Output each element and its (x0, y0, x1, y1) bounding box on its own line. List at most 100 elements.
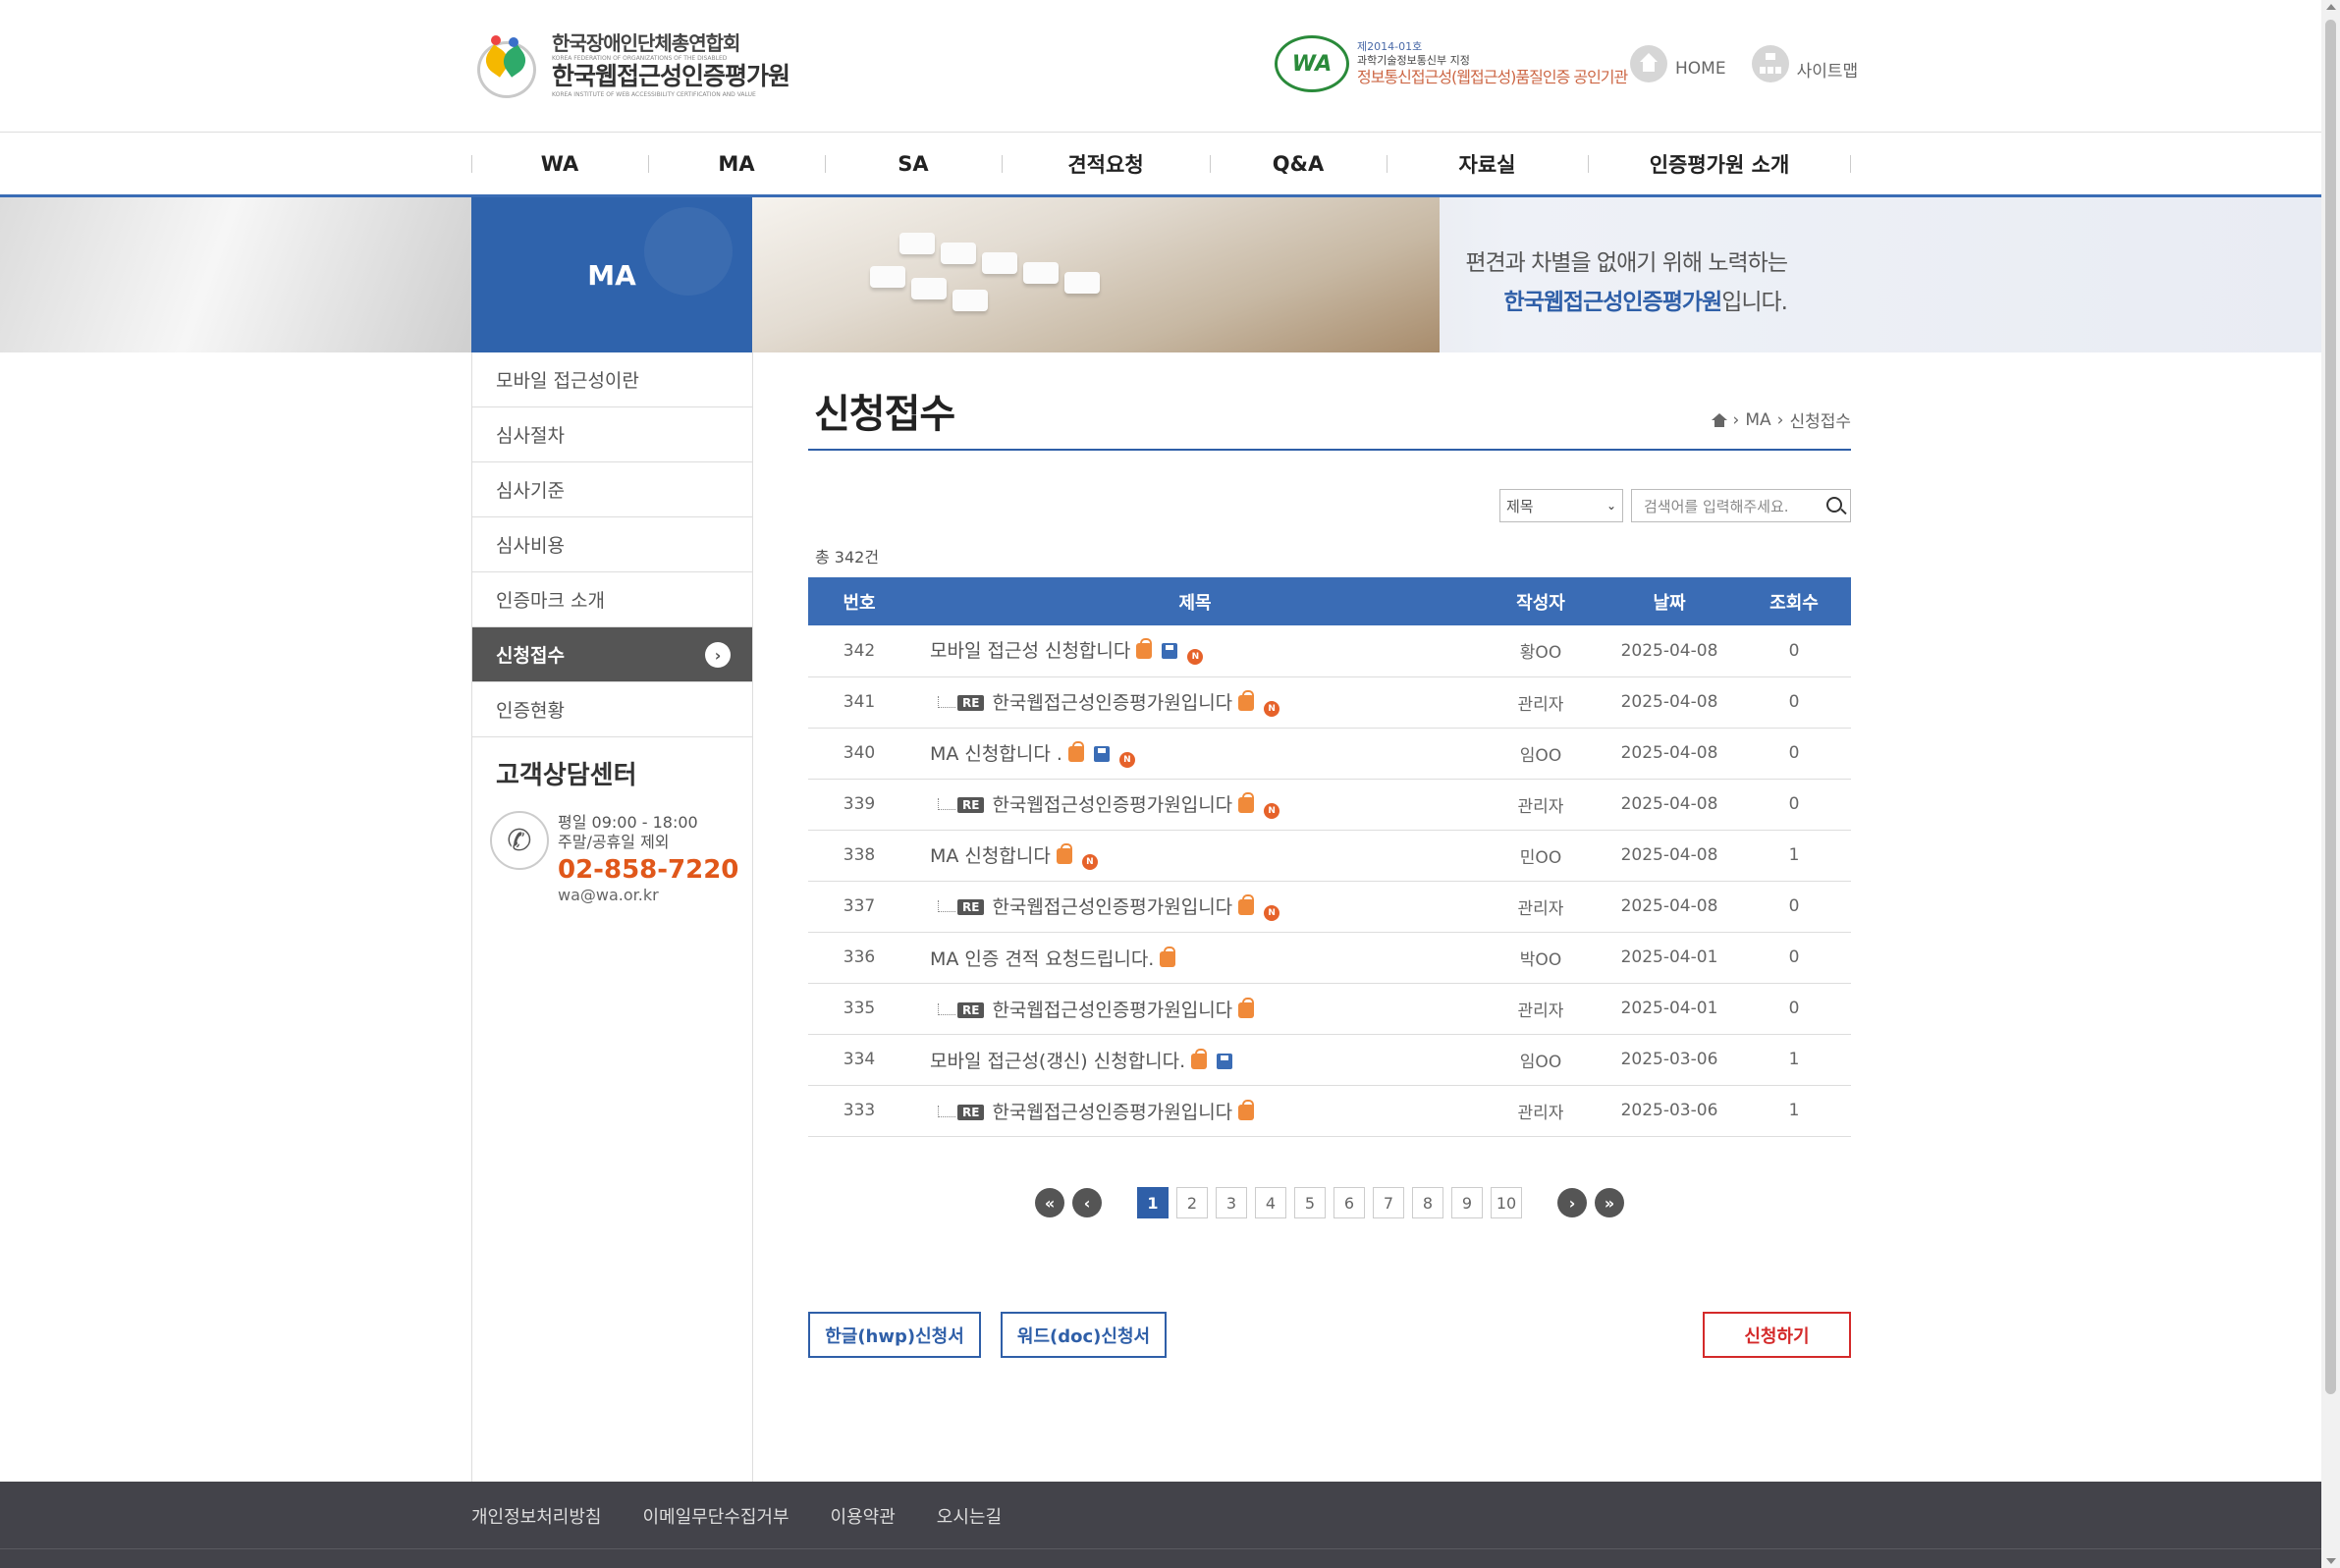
phone-icon: ✆ (490, 811, 549, 870)
apply-button[interactable]: 신청하기 (1703, 1312, 1851, 1358)
post-title-link[interactable]: MA 신청합니다 . (930, 743, 1062, 765)
table-row[interactable]: 334 모바일 접근성(갱신) 신청합니다. 임OO 2025-03-06 1 (808, 1034, 1851, 1086)
sidebar-item-label: 신청접수 (496, 645, 565, 667)
post-title-link[interactable]: 모바일 접근성(갱신) 신청합니다. (930, 1051, 1185, 1072)
post-title-link[interactable]: 한국웹접근성인증평가원입니다 (992, 896, 1232, 918)
scrollbar-thumb[interactable] (2325, 20, 2336, 1394)
page-button-1[interactable]: 1 (1137, 1187, 1169, 1218)
main-navigation: WA MA SA 견적요청 Q&A 자료실 인증평가원 소개 (0, 134, 2321, 197)
sitemap-link[interactable]: 사이트맵 (1751, 45, 1858, 82)
cell-title: MA 인증 견적 요청드립니다. (910, 932, 1480, 984)
section-title: MA (587, 258, 636, 292)
footer-link-terms[interactable]: 이용약관 (831, 1503, 896, 1529)
sidebar-item-application[interactable]: 신청접수 › (472, 627, 752, 682)
cell-author: 관리자 (1480, 983, 1602, 1035)
sidebar-item-label: 심사기준 (496, 480, 565, 502)
post-title-link[interactable]: 한국웹접근성인증평가원입니다 (992, 1102, 1232, 1123)
post-title-link[interactable]: MA 신청합니다 (930, 845, 1051, 867)
site-logo[interactable]: 한국장애인단체총연합회 KOREA FEDERATION OF ORGANIZA… (475, 33, 790, 98)
page-button-8[interactable]: 8 (1412, 1187, 1443, 1218)
table-row[interactable]: 335 RE 한국웹접근성인증평가원입니다 관리자 2025-04-01 0 (808, 983, 1851, 1035)
table-row[interactable]: 336 MA 인증 견적 요청드립니다. 박OO 2025-04-01 0 (808, 932, 1851, 984)
cell-date: 2025-04-08 (1602, 676, 1737, 729)
gnb-item-wa[interactable]: WA (471, 134, 648, 194)
gnb-item-archive[interactable]: 자료실 (1387, 134, 1588, 194)
reply-indent-icon (938, 797, 955, 810)
breadcrumb-section[interactable]: MA (1745, 410, 1770, 430)
sidebar-item-status[interactable]: 인증현황 (472, 682, 752, 737)
lock-icon (1191, 1048, 1208, 1069)
sidebar-item-mobile-accessibility[interactable]: 모바일 접근성이란 (472, 352, 752, 407)
attachment-icon (1093, 745, 1110, 762)
sidebar-item-cost[interactable]: 심사비용 (472, 517, 752, 572)
page-button-7[interactable]: 7 (1373, 1187, 1404, 1218)
page-scrollbar[interactable] (2321, 0, 2340, 1568)
cell-number: 338 (808, 830, 910, 882)
page-button-10[interactable]: 10 (1491, 1187, 1522, 1218)
table-row[interactable]: 340 MA 신청합니다 . N 임OO 2025-04-08 0 (808, 728, 1851, 780)
page-button-9[interactable]: 9 (1451, 1187, 1483, 1218)
cell-number: 342 (808, 625, 910, 677)
first-page-button[interactable]: « (1035, 1188, 1064, 1217)
cell-date: 2025-03-06 (1602, 1034, 1737, 1086)
home-link[interactable]: HOME (1630, 45, 1726, 82)
gnb-item-about[interactable]: 인증평가원 소개 (1588, 134, 1851, 194)
attachment-icon (1162, 643, 1178, 660)
last-page-button[interactable]: » (1595, 1188, 1624, 1217)
search-input[interactable]: 검색어를 입력해주세요. (1631, 489, 1851, 522)
cell-views: 0 (1737, 983, 1851, 1035)
cell-views: 1 (1737, 1085, 1851, 1137)
sidebar-item-mark[interactable]: 인증마크 소개 (472, 572, 752, 627)
table-row[interactable]: 341 RE 한국웹접근성인증평가원입니다 N 관리자 2025-04-08 0 (808, 676, 1851, 729)
sidebar: 모바일 접근성이란 심사절차 심사기준 심사비용 인증마크 소개 신청접수 › … (471, 352, 753, 1482)
col-header-date: 날짜 (1602, 577, 1737, 625)
post-title-link[interactable]: MA 인증 견적 요청드립니다. (930, 948, 1154, 970)
post-title-link[interactable]: 모바일 접근성 신청합니다 (930, 640, 1130, 662)
sidebar-item-criteria[interactable]: 심사기준 (472, 462, 752, 517)
breadcrumb-home-icon[interactable] (1711, 412, 1727, 427)
chevron-right-icon: › (705, 642, 731, 668)
gnb-item-qna[interactable]: Q&A (1210, 134, 1387, 194)
footer-link-privacy[interactable]: 개인정보처리방침 (471, 1503, 601, 1529)
reply-badge: RE (957, 1001, 985, 1018)
search-field-select[interactable]: 제목 ⌄ (1499, 489, 1623, 522)
logo-site-name: 한국웹접근성인증평가원 (552, 62, 790, 91)
page-button-6[interactable]: 6 (1333, 1187, 1365, 1218)
post-title-link[interactable]: 한국웹접근성인증평가원입니다 (992, 1000, 1232, 1021)
next-page-button[interactable]: › (1557, 1188, 1587, 1217)
sidebar-item-procedure[interactable]: 심사절차 (472, 407, 752, 462)
search-icon[interactable] (1826, 497, 1842, 513)
gnb-item-quote[interactable]: 견적요청 (1002, 134, 1210, 194)
hwp-form-download-button[interactable]: 한글(hwp)신청서 (808, 1312, 981, 1358)
reply-badge: RE (957, 796, 985, 813)
site-footer: 개인정보처리방침 이메일무단수집거부 이용약관 오시는길 (0, 1482, 2321, 1568)
page-button-2[interactable]: 2 (1176, 1187, 1208, 1218)
prev-page-button[interactable]: ‹ (1072, 1188, 1102, 1217)
sidebar-item-label: 심사비용 (496, 535, 565, 557)
footer-link-email-refusal[interactable]: 이메일무단수집거부 (642, 1503, 789, 1529)
cell-date: 2025-04-08 (1602, 779, 1737, 831)
page-button-5[interactable]: 5 (1294, 1187, 1326, 1218)
post-title-link[interactable]: 한국웹접근성인증평가원입니다 (992, 692, 1232, 714)
cell-title: 모바일 접근성(갱신) 신청합니다. (910, 1034, 1480, 1086)
post-title-link[interactable]: 한국웹접근성인증평가원입니다 (992, 794, 1232, 816)
table-row[interactable]: 337 RE 한국웹접근성인증평가원입니다 N 관리자 2025-04-08 0 (808, 881, 1851, 933)
footer-link-directions[interactable]: 오시는길 (937, 1503, 1002, 1529)
cell-number: 337 (808, 881, 910, 933)
table-row[interactable]: 338 MA 신청합니다 N 민OO 2025-04-08 1 (808, 830, 1851, 882)
cell-number: 336 (808, 932, 910, 984)
doc-form-download-button[interactable]: 워드(doc)신청서 (1001, 1312, 1167, 1358)
new-badge-icon: N (1081, 853, 1098, 870)
scroll-up-arrow-icon[interactable] (2326, 4, 2336, 10)
scroll-down-arrow-icon[interactable] (2326, 1558, 2336, 1564)
cell-author: 관리자 (1480, 676, 1602, 729)
search-placeholder: 검색어를 입력해주세요. (1644, 497, 1789, 515)
page-button-3[interactable]: 3 (1216, 1187, 1247, 1218)
page-button-4[interactable]: 4 (1255, 1187, 1286, 1218)
cell-number: 334 (808, 1034, 910, 1086)
gnb-item-sa[interactable]: SA (825, 134, 1002, 194)
table-row[interactable]: 342 모바일 접근성 신청합니다 N 황OO 2025-04-08 0 (808, 625, 1851, 677)
table-row[interactable]: 339 RE 한국웹접근성인증평가원입니다 N 관리자 2025-04-08 0 (808, 779, 1851, 831)
gnb-item-ma[interactable]: MA (648, 134, 825, 194)
table-row[interactable]: 333 RE 한국웹접근성인증평가원입니다 관리자 2025-03-06 1 (808, 1085, 1851, 1137)
